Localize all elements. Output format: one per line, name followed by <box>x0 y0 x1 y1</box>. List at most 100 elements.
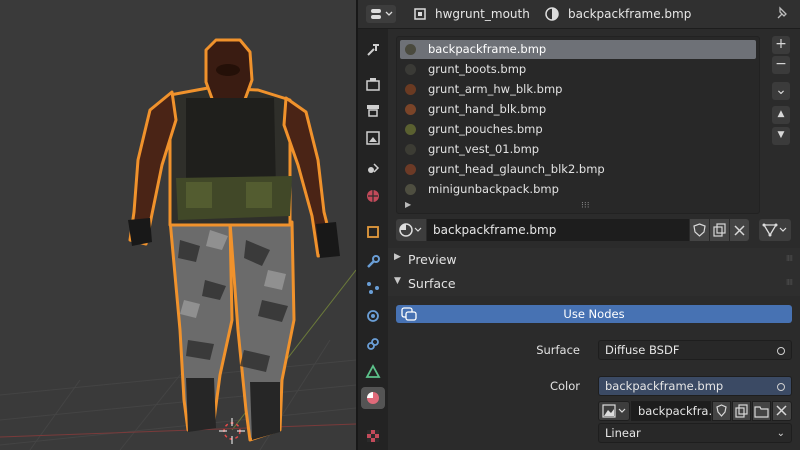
list-resize-grip-icon[interactable]: ⁝⁝⁝ <box>581 201 590 211</box>
3d-viewport[interactable] <box>0 0 356 450</box>
surface-shader-value: Diffuse BSDF <box>605 343 680 357</box>
character-model[interactable] <box>128 38 340 442</box>
fake-user-button[interactable] <box>690 219 709 241</box>
folder-icon <box>754 406 769 418</box>
node-tree-icon <box>762 223 787 237</box>
mesh-triangle-icon <box>365 364 381 378</box>
x-axis-line <box>0 423 356 438</box>
move-slot-up-button[interactable]: ▲ <box>772 106 790 124</box>
open-image-button[interactable] <box>752 401 771 421</box>
use-nodes-button[interactable]: Use Nodes <box>396 305 792 323</box>
chevron-down-icon: ⌄ <box>776 428 785 439</box>
tab-world[interactable] <box>361 185 385 207</box>
floor-grid <box>0 339 356 450</box>
duplicate-icon <box>735 404 748 418</box>
material-preview-icon <box>405 144 416 155</box>
unlink-image-button[interactable] <box>772 401 792 421</box>
breadcrumb-material[interactable]: backpackframe.bmp <box>568 7 691 21</box>
tab-modifiers[interactable] <box>361 251 385 273</box>
tab-output[interactable] <box>361 99 385 121</box>
tab-object-data[interactable] <box>361 361 385 383</box>
unlink-material-button[interactable] <box>730 219 749 241</box>
material-slot[interactable]: grunt_arm_hw_blk.bmp <box>400 80 756 99</box>
tab-physics[interactable] <box>361 305 385 327</box>
material-slot-label: minigunbackpack.bmp <box>428 182 559 196</box>
material-slot[interactable]: backpackframe.bmp <box>400 40 756 59</box>
panel-preview-title: Preview <box>408 252 457 267</box>
printer-icon <box>367 105 379 117</box>
node-link-menu-button[interactable] <box>759 219 791 241</box>
material-name-field[interactable]: backpackframe.bmp <box>427 219 689 241</box>
tab-texture[interactable] <box>361 425 385 447</box>
tab-particles[interactable] <box>361 277 385 299</box>
scene-icon <box>368 163 380 173</box>
image-name-field[interactable]: backpackfra... <box>631 401 719 421</box>
material-browse-icon <box>399 223 422 237</box>
color-label: Color <box>549 379 580 393</box>
surface-shader-field[interactable]: Diffuse BSDF <box>598 340 792 360</box>
browse-image-button[interactable] <box>598 401 630 421</box>
material-slot[interactable]: grunt_head_glaunch_blk2.bmp <box>400 160 756 179</box>
tab-object[interactable] <box>361 221 385 243</box>
interpolation-dropdown[interactable]: Linear ⌄ <box>598 423 792 443</box>
list-filter-toggle-icon[interactable]: ▶ <box>405 200 411 209</box>
properties-editor: hwgrunt_mouth backpackframe.bmp backpack… <box>358 0 800 450</box>
tab-material[interactable] <box>361 387 385 409</box>
material-slot[interactable]: minigunbackpack.bmp <box>400 180 756 199</box>
panel-surface-header[interactable]: ▼ Surface ⁝⁝⁝⁝ <box>388 272 800 296</box>
material-slot[interactable]: grunt_boots.bmp <box>400 60 756 79</box>
browse-material-button[interactable] <box>396 219 426 241</box>
physics-icon <box>367 310 379 322</box>
panel-drag-grip-icon[interactable]: ⁝⁝⁝⁝ <box>786 278 793 287</box>
surface-label: Surface <box>536 343 580 357</box>
shield-icon <box>716 404 727 417</box>
material-slot[interactable]: grunt_pouches.bmp <box>400 120 756 139</box>
object-box-icon <box>367 226 379 238</box>
remove-slot-button[interactable]: − <box>772 56 790 74</box>
wrench-screwdriver-icon <box>367 44 379 56</box>
add-slot-button[interactable]: + <box>772 36 790 54</box>
material-slot-list[interactable]: backpackframe.bmp grunt_boots.bmp grunt_… <box>396 36 760 214</box>
material-icon <box>545 7 559 21</box>
constraint-icon <box>367 338 379 350</box>
material-slot[interactable]: grunt_vest_01.bmp <box>400 140 756 159</box>
panel-drag-grip-icon[interactable]: ⁝⁝⁝⁝ <box>786 254 793 263</box>
move-slot-down-button[interactable]: ▼ <box>772 127 790 145</box>
properties-tabs <box>358 29 388 450</box>
material-slot-label: grunt_boots.bmp <box>428 62 527 76</box>
material-preview-icon <box>405 64 416 75</box>
material-preview-icon <box>405 184 416 195</box>
image-fake-user-button[interactable] <box>712 401 731 421</box>
tab-scene[interactable] <box>361 157 385 179</box>
tab-constraints[interactable] <box>361 333 385 355</box>
image-duplicate-button[interactable] <box>732 401 751 421</box>
material-slot-label: grunt_hand_blk.bmp <box>428 102 547 116</box>
material-preview-icon <box>405 164 416 175</box>
node-icon <box>401 307 417 321</box>
breadcrumb-object[interactable]: hwgrunt_mouth <box>435 7 530 21</box>
material-sphere-icon <box>367 392 379 404</box>
use-nodes-label: Use Nodes <box>563 307 625 321</box>
editor-type-button[interactable] <box>366 5 396 23</box>
duplicate-material-button[interactable] <box>710 219 729 241</box>
properties-editor-icon <box>371 9 393 19</box>
texture-checker-icon <box>367 430 379 442</box>
camera-back-icon <box>366 78 380 91</box>
material-preview-icon <box>405 44 416 55</box>
material-preview-icon <box>405 84 416 95</box>
material-slot[interactable]: grunt_hand_blk.bmp <box>400 100 756 119</box>
color-input-field[interactable]: backpackframe.bmp <box>598 376 792 396</box>
slot-specials-menu-button[interactable]: ⌄ <box>772 82 790 100</box>
wrench-icon <box>367 255 380 268</box>
properties-header: hwgrunt_mouth backpackframe.bmp <box>358 0 800 29</box>
panel-preview-header[interactable]: ▶ Preview ⁝⁝⁝⁝ <box>388 248 800 272</box>
image-stack-icon <box>366 131 380 145</box>
close-icon <box>776 405 787 416</box>
socket-icon <box>777 347 785 355</box>
tab-view-layer[interactable] <box>361 127 385 149</box>
image-icon <box>602 404 626 418</box>
material-slot-label: grunt_pouches.bmp <box>428 122 543 136</box>
tab-render[interactable] <box>361 73 385 95</box>
pin-icon[interactable] <box>774 6 790 22</box>
tab-tool[interactable] <box>361 39 385 61</box>
